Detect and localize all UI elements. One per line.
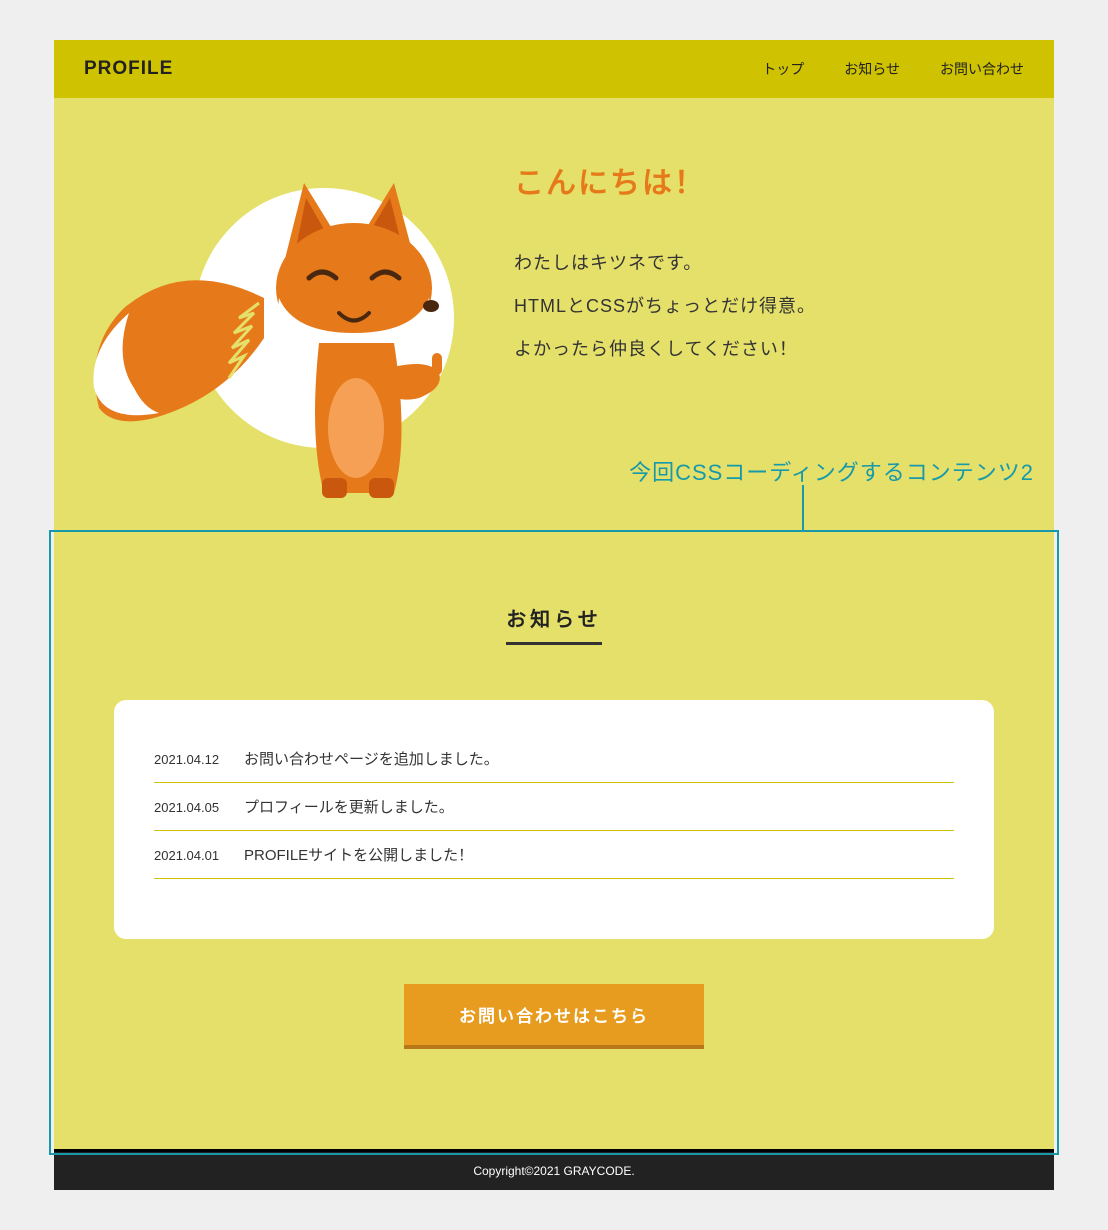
hero-line-2: HTMLとCSSがちょっとだけ得意。 — [514, 285, 1014, 328]
news-text: お問い合わせページを追加しました。 — [244, 748, 499, 769]
nav-link-news[interactable]: お知らせ — [844, 59, 900, 79]
fox-illustration — [94, 148, 474, 488]
news-date: 2021.04.05 — [154, 800, 244, 815]
annotation-connector-line — [802, 485, 804, 532]
news-date: 2021.04.12 — [154, 752, 244, 767]
news-item: 2021.04.12 お問い合わせページを追加しました。 — [154, 735, 954, 783]
news-section: お知らせ 2021.04.12 お問い合わせページを追加しました。 2021.0… — [54, 538, 1054, 1149]
hero-text: こんにちは！ わたしはキツネです。 HTMLとCSSがちょっとだけ得意。 よかっ… — [514, 148, 1014, 372]
page-wrapper: PROFILE トップ お知らせ お問い合わせ — [54, 40, 1054, 1190]
hero-line-3: よかったら仲良くしてください！ — [514, 328, 1014, 371]
header: PROFILE トップ お知らせ お問い合わせ — [54, 40, 1054, 98]
main-nav: トップ お知らせ お問い合わせ — [762, 59, 1024, 79]
news-text: プロフィールを更新しました。 — [244, 796, 454, 817]
annotation-label: 今回CSSコーディングするコンテンツ2 — [629, 455, 1034, 487]
news-text: PROFILEサイトを公開しました！ — [244, 844, 473, 865]
fox-body-icon — [264, 178, 484, 498]
news-item: 2021.04.05 プロフィールを更新しました。 — [154, 783, 954, 831]
news-date: 2021.04.01 — [154, 848, 244, 863]
copyright-text: Copyright©2021 GRAYCODE. — [473, 1164, 634, 1178]
footer: Copyright©2021 GRAYCODE. — [54, 1149, 1054, 1190]
contact-button[interactable]: お問い合わせはこちら — [404, 984, 704, 1049]
hero-title: こんにちは！ — [514, 158, 1014, 202]
nav-link-contact[interactable]: お問い合わせ — [940, 59, 1024, 79]
news-card: 2021.04.12 お問い合わせページを追加しました。 2021.04.05 … — [114, 700, 994, 939]
nav-link-top[interactable]: トップ — [762, 59, 804, 79]
hero-line-1: わたしはキツネです。 — [514, 242, 1014, 285]
news-heading: お知らせ — [506, 603, 602, 645]
news-item: 2021.04.01 PROFILEサイトを公開しました！ — [154, 831, 954, 879]
fox-tail-icon — [84, 258, 284, 438]
site-title: PROFILE — [84, 58, 173, 80]
